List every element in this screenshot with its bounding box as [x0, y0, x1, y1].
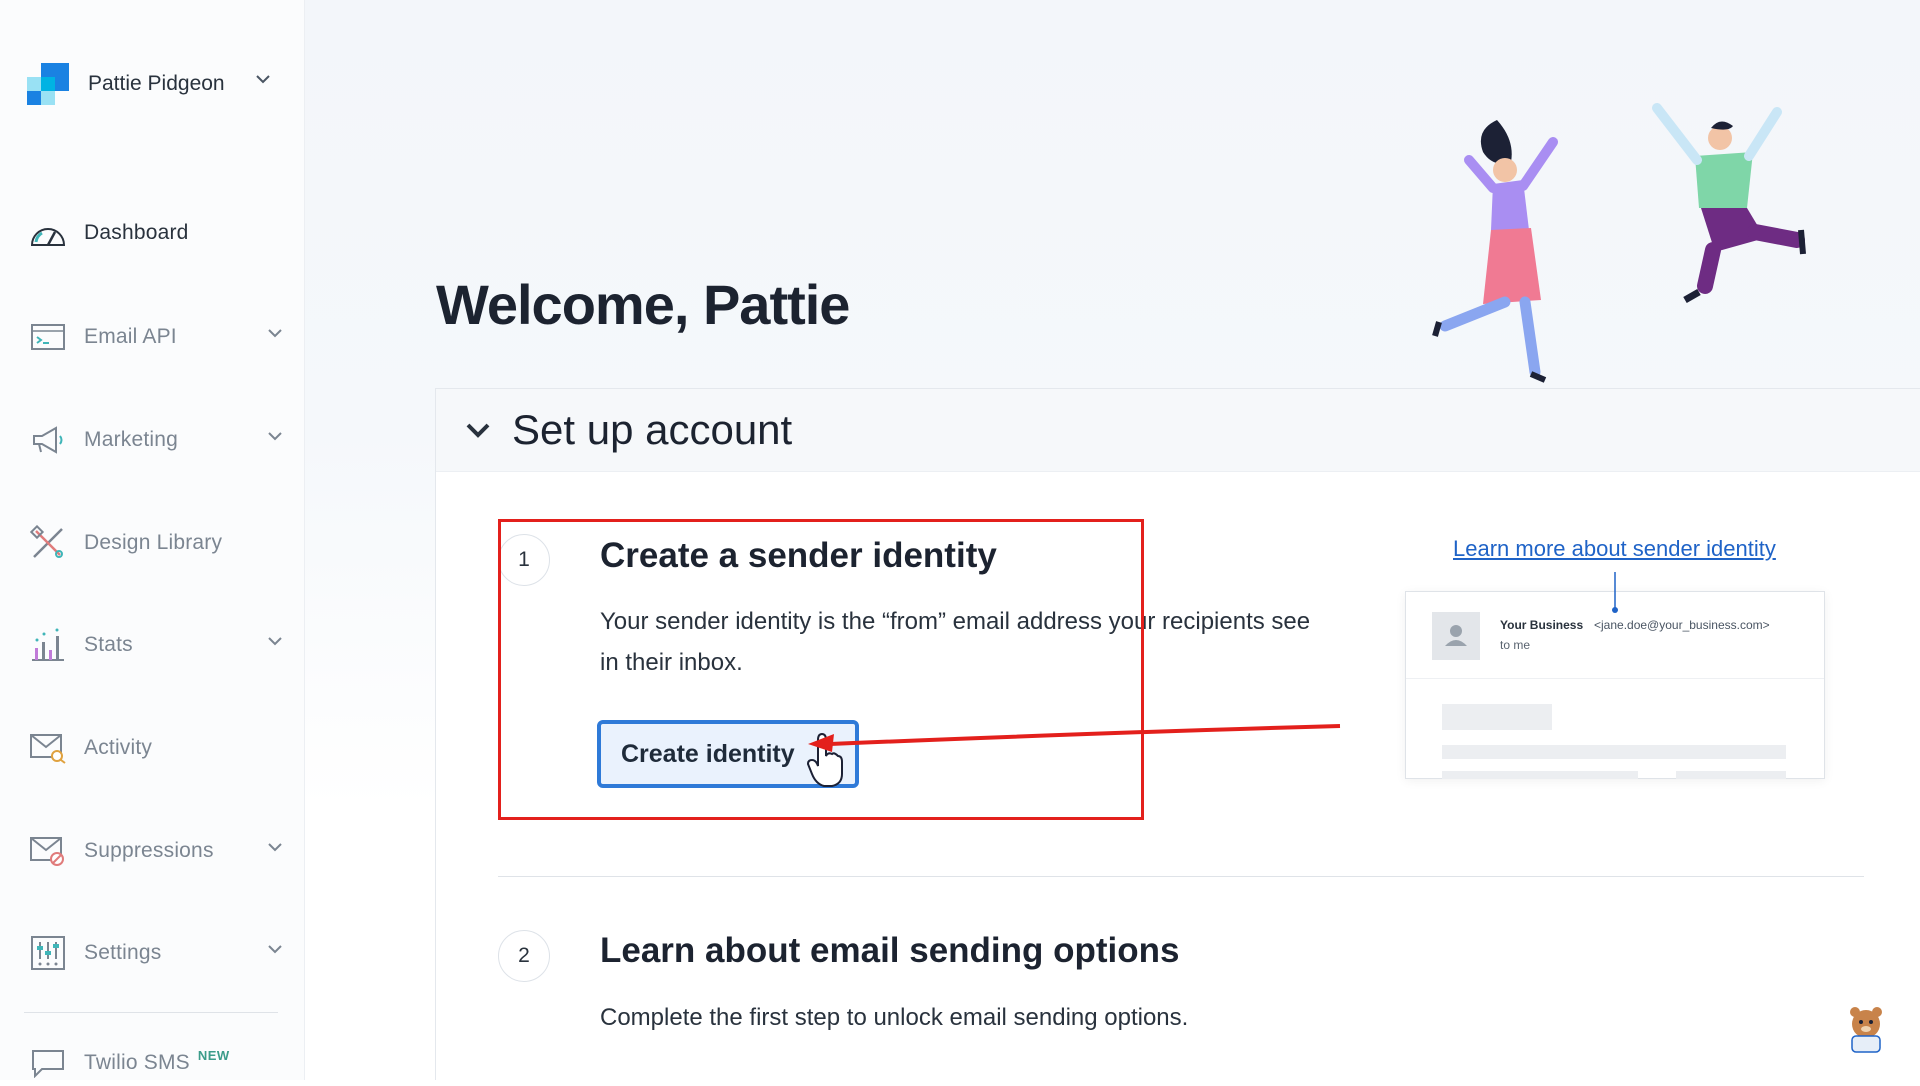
- setup-account-header[interactable]: Set up account: [436, 389, 1920, 472]
- bar-chart-icon: [28, 625, 68, 665]
- sidebar-item-settings[interactable]: Settings: [28, 930, 292, 976]
- callout-pointer-line: [1612, 572, 1618, 613]
- sidebar-item-suppressions[interactable]: Suppressions: [28, 828, 292, 874]
- megaphone-icon: [28, 420, 68, 460]
- gauge-icon: [28, 213, 68, 253]
- sidebar-item-label: Design Library: [84, 531, 223, 554]
- sidebar-item-label: Settings: [84, 941, 162, 964]
- account-name: Pattie Pidgeon: [88, 72, 225, 95]
- mail-search-icon: [28, 728, 68, 768]
- sidebar-item-label: Dashboard: [84, 221, 189, 244]
- terminal-icon: [28, 317, 68, 357]
- sidebar-item-design-library[interactable]: Design Library: [28, 520, 292, 566]
- sidebar-item-dashboard[interactable]: Dashboard: [28, 210, 292, 256]
- celebrating-people-illustration: [1432, 103, 1806, 383]
- sidebar-item-label: Activity: [84, 736, 153, 759]
- chevron-down-icon: [256, 75, 270, 84]
- step-number-1: 1: [498, 534, 550, 586]
- chevron-down-icon: [268, 843, 282, 852]
- help-mascot-icon[interactable]: [1838, 1002, 1894, 1054]
- chat-bubble-icon: [28, 1043, 68, 1083]
- design-tools-icon: [28, 523, 68, 563]
- sidebar-item-twilio-sms[interactable]: Twilio SMS NEW: [28, 1040, 292, 1086]
- account-switcher[interactable]: Pattie Pidgeon: [27, 62, 292, 106]
- sidebar-item-activity[interactable]: Activity: [28, 725, 292, 771]
- annotation-arrow: [808, 724, 1341, 752]
- learn-more-sender-identity-link[interactable]: Learn more about sender identity: [1453, 536, 1776, 562]
- sidebar-item-label: Email API: [84, 325, 177, 348]
- sidebar-item-stats[interactable]: Stats: [28, 622, 292, 668]
- chevron-down-icon: [268, 637, 282, 646]
- new-badge: NEW: [197, 1047, 230, 1063]
- mail-blocked-icon: [28, 831, 68, 871]
- sidebar-item-label: Marketing: [84, 428, 179, 451]
- preview-business-name: Your Business: [1500, 618, 1584, 632]
- sidebar-item-email-api[interactable]: Email API: [28, 314, 292, 360]
- chevron-down-icon: [268, 432, 282, 441]
- step-title-sender-identity: Create a sender identity: [600, 536, 997, 575]
- step-title-sending-options: Learn about email sending options: [600, 931, 1180, 970]
- email-preview-card: Your Business <jane.doe@your_business.co…: [1405, 591, 1825, 779]
- sidebar-item-label: Twilio SMS: [84, 1051, 190, 1074]
- chevron-down-icon: [268, 329, 282, 338]
- setup-account-title: Set up account: [512, 406, 793, 453]
- step-number-2: 2: [498, 930, 550, 982]
- step-divider: [498, 876, 1864, 877]
- sidebar: Pattie Pidgeon Dashboard Email API Marke…: [0, 0, 305, 1080]
- page-title: Welcome, Pattie: [436, 273, 850, 336]
- sidebar-item-label: Suppressions: [84, 839, 214, 862]
- step-description-sending-options: Complete the first step to unlock email …: [600, 1004, 1189, 1031]
- chevron-down-icon: [268, 945, 282, 954]
- step-description-sender-identity: Your sender identity is the “from” email…: [600, 608, 1311, 676]
- avatar: [1432, 612, 1480, 660]
- sliders-icon: [28, 933, 68, 973]
- sidebar-divider: [24, 1012, 278, 1013]
- chevron-down-icon[interactable]: [466, 422, 490, 438]
- sidebar-item-marketing[interactable]: Marketing: [28, 417, 292, 463]
- preview-recipient: to me: [1500, 638, 1531, 652]
- divider: [1406, 678, 1824, 679]
- sendgrid-logo-icon: [27, 63, 69, 105]
- preview-email-address: <jane.doe@your_business.com>: [1594, 618, 1770, 632]
- sidebar-item-label: Stats: [84, 633, 133, 656]
